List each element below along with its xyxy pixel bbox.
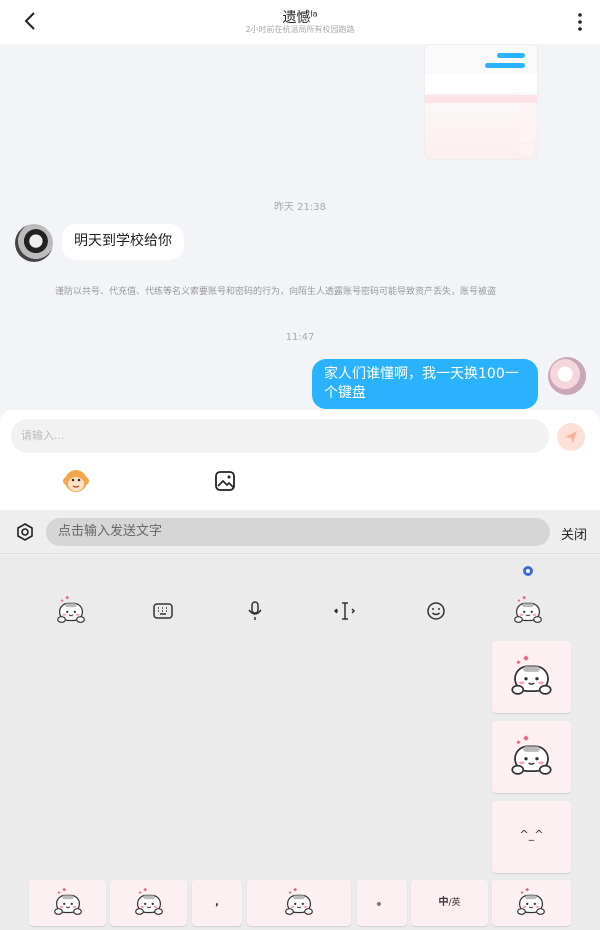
avatar[interactable]: [548, 357, 586, 395]
close-keyboard-button[interactable]: 关闭: [561, 524, 587, 543]
contact-status: 2小时前在杭温局所有校园跑路: [245, 25, 355, 34]
assistant-icon[interactable]: [521, 564, 535, 578]
monkey-face-icon[interactable]: [62, 468, 90, 494]
hexagon-settings-icon[interactable]: [15, 522, 35, 542]
bear-sticker-icon: [130, 886, 168, 918]
bear-sticker-icon[interactable]: [509, 594, 547, 626]
image-message[interactable]: [424, 44, 538, 160]
message-input[interactable]: 请输入...: [11, 419, 549, 453]
lang-alt: /英: [448, 898, 461, 908]
more-vertical-icon[interactable]: [576, 12, 584, 32]
language-switch-key[interactable]: 中/英: [411, 880, 488, 926]
bear-sticker-icon: [512, 886, 550, 918]
avatar[interactable]: [15, 224, 53, 262]
title-badge: la: [310, 9, 318, 19]
bear-sticker-icon: [504, 733, 559, 779]
keyboard: ^_^ , 。 中/英: [0, 555, 600, 930]
bear-sticker-icon: [49, 886, 87, 918]
microphone-icon[interactable]: [243, 599, 267, 623]
cursor-icon[interactable]: [333, 599, 357, 623]
bear-sticker-icon: [280, 886, 318, 918]
thumbnail-toolbar: [425, 75, 537, 93]
security-notice: 谨防以共号、代充值、代练等名义索要账号和密码的行为，向陌生人透露账号密码可能导致…: [55, 287, 497, 297]
message-bubble-incoming[interactable]: 明天到学校给你: [62, 224, 184, 260]
timestamp: 11:47: [285, 332, 315, 343]
smiley-icon[interactable]: [424, 599, 448, 623]
thumbnail-bubble: [485, 63, 525, 68]
ime-toolbar: 点击输入发送文字 关闭: [0, 510, 600, 554]
timestamp: 昨天 21:38: [274, 202, 326, 213]
chat-header: 遗憾la 2小时前在杭温局所有校园跑路: [0, 0, 600, 44]
bear-sticker-icon[interactable]: [52, 594, 90, 626]
composer: 请输入...: [0, 410, 600, 510]
comma-key[interactable]: ,: [192, 880, 242, 926]
space-key[interactable]: [247, 880, 351, 926]
thumbnail-keyboard-row: [425, 95, 537, 103]
image-icon[interactable]: [214, 470, 236, 492]
emoticon-key[interactable]: ^_^: [492, 801, 571, 873]
period-key[interactable]: 。: [357, 880, 407, 926]
message-bubble-outgoing[interactable]: 家人们谁懂啊，我一天换100一个键盘: [312, 359, 538, 409]
sticker-key[interactable]: [110, 880, 187, 926]
sticker-key[interactable]: [29, 880, 106, 926]
bear-sticker-icon: [504, 653, 559, 699]
ime-text-input[interactable]: 点击输入发送文字: [46, 518, 550, 546]
keyboard-icon[interactable]: [151, 599, 175, 623]
sticker-key[interactable]: [492, 641, 571, 713]
sticker-key[interactable]: [492, 721, 571, 793]
send-icon[interactable]: [557, 423, 585, 451]
enter-key[interactable]: [492, 880, 571, 926]
thumbnail-keys: [519, 105, 533, 157]
thumbnail-bubble: [497, 53, 525, 58]
lang-main: 中: [438, 897, 449, 908]
